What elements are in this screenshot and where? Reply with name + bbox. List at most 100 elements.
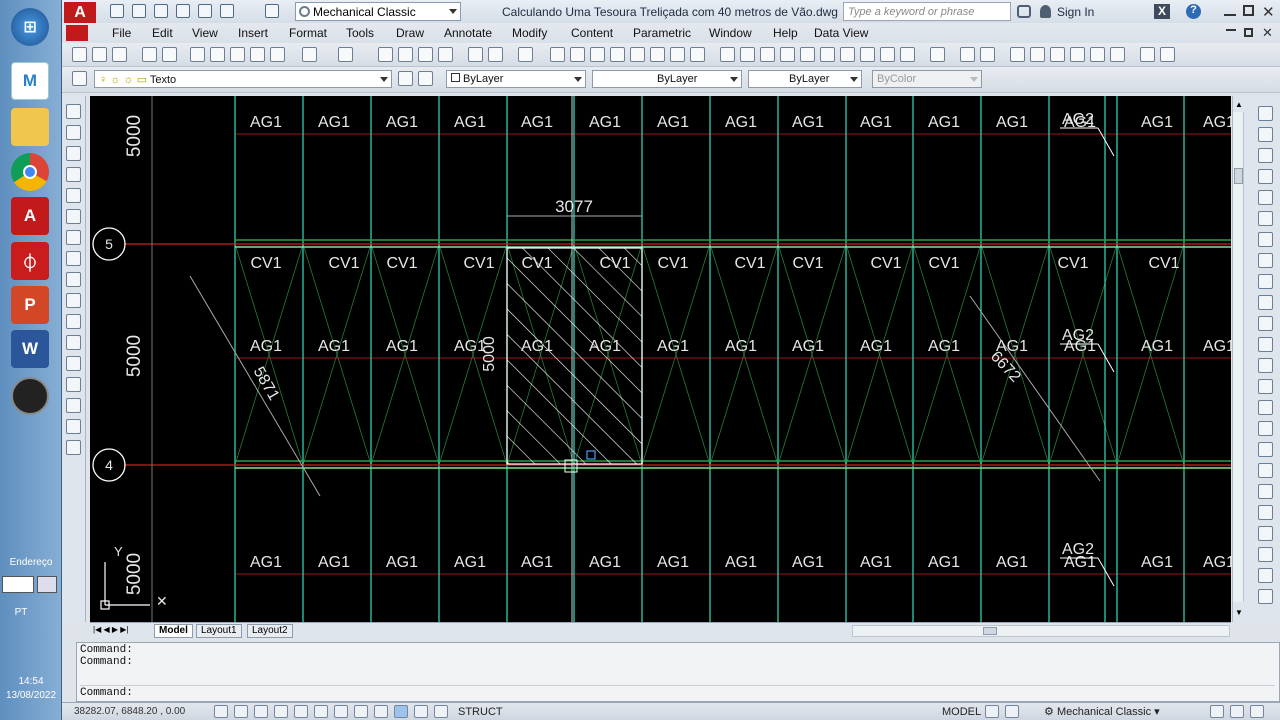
menu-edit[interactable]: Edit <box>152 26 173 40</box>
zoom-realtime-icon[interactable] <box>398 47 413 62</box>
linetype-dropdown[interactable]: ByLayer <box>592 70 742 88</box>
polyline-icon[interactable] <box>66 146 81 161</box>
app-menu-icon[interactable]: A <box>64 2 96 24</box>
edit-hatch-icon[interactable] <box>1258 505 1273 520</box>
menu-format[interactable]: Format <box>289 26 327 40</box>
powerpoint-icon[interactable]: P <box>11 286 49 324</box>
zoom-previous-icon[interactable] <box>438 47 453 62</box>
help-tb-icon[interactable] <box>518 47 533 62</box>
layer-walk-icon[interactable] <box>960 47 975 62</box>
menu-insert[interactable]: Insert <box>238 26 268 40</box>
circle-icon[interactable] <box>66 230 81 245</box>
vertical-scroll-thumb[interactable] <box>1234 168 1243 184</box>
gradient-icon[interactable] <box>66 419 81 434</box>
edit-text-icon[interactable] <box>1258 547 1273 562</box>
menu-draw[interactable]: Draw <box>396 26 424 40</box>
properties-icon[interactable] <box>468 47 483 62</box>
inspection-icon[interactable] <box>860 47 875 62</box>
workspace-status-dropdown[interactable]: ⚙ Mechanical Classic ▾ <box>1044 705 1160 718</box>
paste-icon[interactable] <box>230 47 245 62</box>
qopen-icon[interactable] <box>132 4 146 18</box>
menu-minimize-button[interactable] <box>1226 29 1236 31</box>
lineweight-dropdown[interactable]: ByLayer <box>748 70 862 88</box>
edit-spline-icon[interactable] <box>1258 484 1273 499</box>
copy-object-icon[interactable] <box>1258 127 1273 142</box>
copy-icon[interactable] <box>210 47 225 62</box>
command-input[interactable]: Command: <box>80 685 1275 699</box>
isolate-objects-icon[interactable] <box>1230 705 1244 718</box>
layer-off-icon[interactable] <box>1010 47 1025 62</box>
horizontal-scroll-thumb[interactable] <box>983 627 997 635</box>
layer-iso-icon[interactable] <box>980 47 995 62</box>
layer-previous-icon[interactable] <box>1160 47 1175 62</box>
erase-icon[interactable] <box>1258 106 1273 121</box>
address-go-icon[interactable] <box>37 576 57 593</box>
design-center-icon[interactable] <box>488 47 503 62</box>
new-icon[interactable] <box>72 47 87 62</box>
menu-tools[interactable]: Tools <box>346 26 374 40</box>
edit-attribute-icon[interactable] <box>1258 526 1273 541</box>
infer-constraints-icon[interactable] <box>214 705 228 718</box>
lineweight-icon[interactable] <box>414 705 428 718</box>
redo-icon[interactable] <box>338 47 353 62</box>
start-orb-icon[interactable]: ⊞ <box>11 8 49 46</box>
otrack-icon[interactable] <box>354 705 368 718</box>
qundo-icon[interactable] <box>220 4 234 18</box>
clean-screen-icon[interactable] <box>1250 705 1264 718</box>
extend-icon[interactable] <box>1258 316 1273 331</box>
menu-file[interactable]: File <box>112 26 131 40</box>
horizontal-scrollbar[interactable] <box>852 625 1230 637</box>
menu-help[interactable]: Help <box>773 26 798 40</box>
layer-merge-icon[interactable] <box>1070 47 1085 62</box>
construction-line-icon[interactable] <box>66 125 81 140</box>
dim-diameter-icon[interactable] <box>670 47 685 62</box>
toolbar-scroll-down[interactable]: ▼ <box>1235 608 1245 618</box>
dim-space-icon[interactable] <box>780 47 795 62</box>
dim-break-icon[interactable] <box>800 47 815 62</box>
help-search-input[interactable]: Type a keyword or phrase <box>843 2 1011 21</box>
acrobat-icon[interactable]: ⏀ <box>11 242 49 280</box>
plotstyle-dropdown[interactable]: ByColor <box>872 70 982 88</box>
scale-icon[interactable] <box>1258 253 1273 268</box>
menu-view[interactable]: View <box>192 26 218 40</box>
dim-edit-icon[interactable] <box>900 47 915 62</box>
plot-icon[interactable] <box>142 47 157 62</box>
clock-time[interactable]: 14:54 <box>0 676 62 687</box>
jogged-linear-icon[interactable] <box>880 47 895 62</box>
language-indicator[interactable]: PT <box>0 607 52 618</box>
dim-aligned-icon[interactable] <box>570 47 585 62</box>
tab-layout1[interactable]: Layout1 <box>196 624 242 638</box>
line-icon[interactable] <box>66 104 81 119</box>
insert-block-icon[interactable] <box>66 335 81 350</box>
word-icon[interactable]: W <box>11 330 49 368</box>
help-icon[interactable]: ? <box>1186 4 1201 19</box>
explode-icon[interactable] <box>1258 421 1273 436</box>
menu-modify[interactable]: Modify <box>512 26 547 40</box>
snap-mode-icon[interactable] <box>234 705 248 718</box>
polygon-icon[interactable] <box>66 167 81 182</box>
ducs-icon[interactable] <box>374 705 388 718</box>
qsaveas-icon[interactable] <box>176 4 190 18</box>
ortho-mode-icon[interactable] <box>274 705 288 718</box>
make-block-icon[interactable] <box>66 356 81 371</box>
fillet-icon[interactable] <box>1258 400 1273 415</box>
workspace-dropdown[interactable]: Mechanical Classic <box>295 2 461 21</box>
object-snap-icon[interactable] <box>314 705 328 718</box>
tolerance-icon[interactable] <box>820 47 835 62</box>
edit-polyline-icon[interactable] <box>1258 463 1273 478</box>
chamfer-icon[interactable] <box>1258 379 1273 394</box>
exchange-icon[interactable]: X <box>1154 4 1170 19</box>
binoculars-icon[interactable] <box>1017 5 1031 18</box>
blend-icon[interactable] <box>1258 442 1273 457</box>
offset-icon[interactable] <box>1258 169 1273 184</box>
sign-in-link[interactable]: Sign In <box>1057 5 1094 19</box>
layer-color-icon[interactable] <box>1110 47 1125 62</box>
vertical-scrollbar[interactable] <box>1233 112 1244 602</box>
qworkspace-icon[interactable] <box>265 4 279 18</box>
restore-button[interactable] <box>1243 5 1254 16</box>
menu-restore-button[interactable] <box>1244 28 1253 37</box>
layer-states-icon[interactable] <box>930 47 945 62</box>
layer-freeze-icon[interactable] <box>1030 47 1045 62</box>
color-dropdown[interactable]: ByLayer <box>446 70 586 88</box>
dim-continue-icon[interactable] <box>760 47 775 62</box>
